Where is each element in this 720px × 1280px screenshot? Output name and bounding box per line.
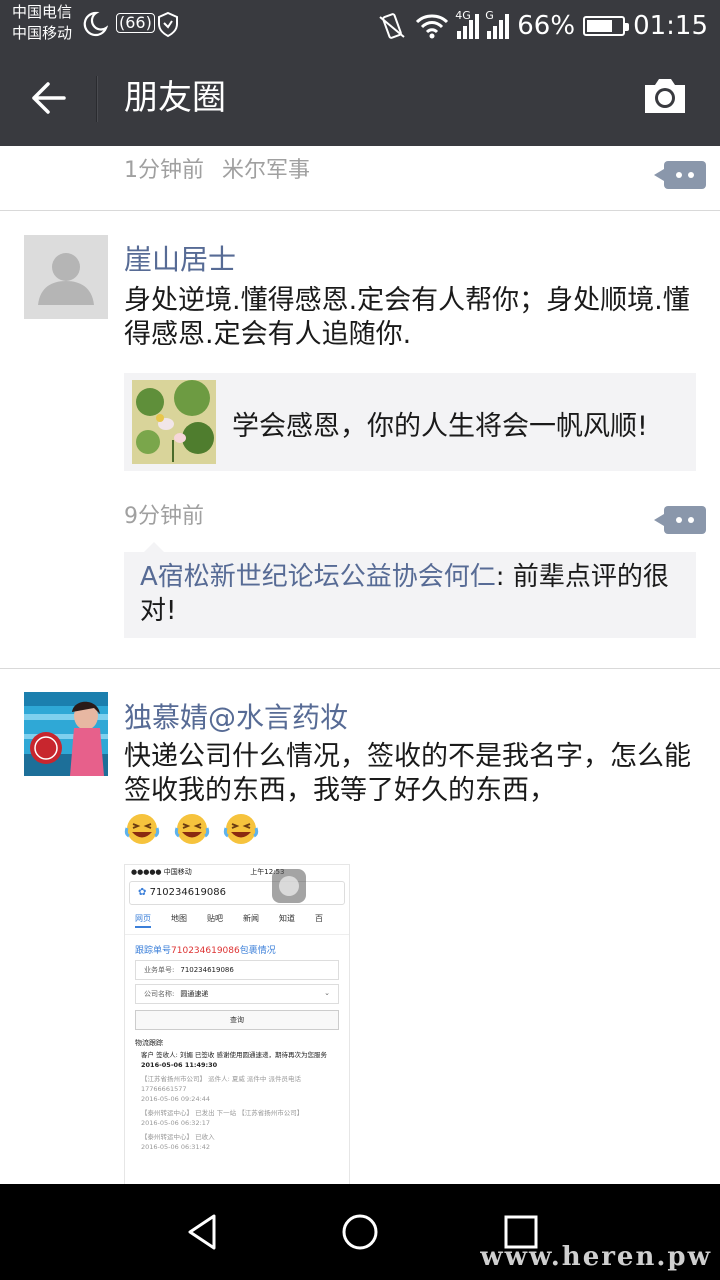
battery-icon — [583, 16, 630, 36]
shared-link-title: 学会感恩，你的人生将会一帆风顺! — [232, 411, 648, 442]
image-record-time: 2016-05-06 09:24:44 — [141, 1095, 211, 1103]
comment[interactable]: A宿松新世纪论坛公益协会何仁: 前辈点评的很对! — [124, 552, 696, 638]
image-record: 【江苏省扬州市公司】 派件人: 夏威 派件中 派件员电话17766661577 … — [141, 1074, 339, 1104]
camera-button[interactable] — [642, 76, 688, 116]
image-record-text: 【泰州转运中心】 已收入 — [141, 1133, 215, 1141]
image-record-text: 【泰州转运中心】 已发出 下一站 【江苏省扬州市公司】 — [141, 1109, 304, 1117]
signal-g-label: G — [485, 9, 494, 22]
post-text: 身处逆境.懂得感恩.定会有人帮你；身处顺境.懂得感恩.定会有人追随你. — [124, 285, 690, 350]
image-tab: 知道 — [279, 914, 295, 923]
camera-icon — [645, 79, 685, 113]
image-record-text: 【江苏省扬州市公司】 派件人: 夏威 派件中 派件员电话17766661577 — [141, 1075, 301, 1093]
image-field: 业务单号: 710234619086 — [135, 960, 339, 980]
post-time: 9分钟前 — [124, 504, 204, 529]
back-button[interactable] — [24, 74, 74, 122]
image-field-value: 圆通速递 — [180, 990, 209, 998]
carrier-labels: 中国电信 中国移动 — [12, 2, 72, 44]
image-tab: 网页 — [135, 913, 151, 928]
vibrate-icon — [379, 13, 405, 39]
image-record-text: 客户 签收人: 刘媚 已签收 感谢使用圆通速递，期待再次为您服务 — [141, 1051, 327, 1059]
image-heading-prefix: 跟踪单号 — [135, 946, 172, 956]
battery-percent: 66% — [517, 11, 576, 41]
comments-box: A宿松新世纪论坛公益协会何仁: 前辈点评的很对! — [124, 542, 696, 638]
post-time-text: 1分钟前 — [124, 158, 204, 183]
status-bar: 中国电信 中国移动 (66) 4G G 66% 01:15 — [0, 0, 720, 50]
assistive-touch-icon — [272, 869, 306, 903]
image-tab: 地图 — [171, 914, 187, 923]
paw-icon: ✿ — [138, 887, 147, 898]
carrier-1: 中国电信 — [12, 3, 73, 21]
home-circle-icon[interactable] — [340, 1212, 380, 1252]
avatar[interactable] — [24, 235, 108, 319]
carrier-2: 中国移动 — [12, 24, 73, 42]
watermark: www.heren.pw — [480, 1242, 712, 1272]
image-heading-number: 710234619086 — [171, 946, 240, 956]
signal-g-icon: G — [485, 9, 510, 39]
wifi-icon — [416, 14, 449, 39]
image-record-time: 2016-05-06 06:31:42 — [141, 1143, 211, 1151]
emoji-row — [124, 810, 263, 846]
comment-button[interactable] — [654, 506, 706, 534]
image-record-time: 2016-05-06 11:49:30 — [141, 1061, 218, 1069]
image-address-text: 710234619086 — [149, 887, 226, 898]
image-field-label: 业务单号: — [144, 966, 175, 974]
moon-icon — [83, 11, 108, 37]
post-source[interactable]: 米尔军事 — [222, 158, 310, 183]
image-address-bar: ✿ 710234619086 — [129, 881, 345, 905]
post-time: 1分钟前 米尔军事 — [124, 152, 310, 184]
image-field-value: 710234619086 — [180, 966, 234, 974]
image-record: 客户 签收人: 刘媚 已签收 感谢使用圆通速递，期待再次为您服务 2016-05… — [141, 1050, 339, 1070]
default-avatar-icon — [24, 235, 108, 319]
user-avatar-photo — [24, 692, 108, 776]
lotus-thumbnail — [132, 380, 216, 464]
laughing-emoji-icon — [223, 813, 259, 844]
image-tracking-label: 物流跟踪 — [135, 1039, 163, 1047]
back-arrow-icon — [32, 82, 66, 114]
nav-bar: 朋友圈 — [0, 50, 720, 146]
comment-button[interactable] — [654, 161, 706, 189]
image-status-left: ●●●●● 中国移动 — [131, 868, 192, 876]
avatar[interactable] — [24, 692, 108, 776]
post-divider — [0, 668, 720, 669]
post-author-name[interactable]: 独慕婧@水言药妆 — [124, 696, 348, 736]
moments-feed[interactable]: 1分钟前 米尔军事 崖山居士 身处逆境.懂得感恩.定会有人帮你；身处顺境.懂得感恩… — [0, 146, 720, 1184]
image-search-tabs: 网页 地图 贴吧 新闻 知道 百 — [125, 907, 349, 935]
comment-author[interactable]: A宿松新世纪论坛公益协会何仁 — [140, 562, 496, 592]
laughing-emoji-icon — [124, 813, 160, 844]
image-record: 【泰州转运中心】 已发出 下一站 【江苏省扬州市公司】 2016-05-06 0… — [141, 1108, 339, 1128]
image-tab: 新闻 — [243, 914, 259, 923]
image-record-time: 2016-05-06 06:32:17 — [141, 1119, 211, 1127]
image-query-button: 查询 — [135, 1010, 339, 1030]
status-right: 4G G 66% 01:15 — [377, 6, 708, 46]
laughing-emoji-icon — [174, 813, 209, 844]
image-field-label: 公司名称: — [144, 990, 175, 998]
chevron-down-icon: ⌄ — [324, 989, 330, 997]
shield-icon — [158, 11, 178, 38]
image-status-bar: ●●●●● 中国移动 上午12:53 — [125, 865, 349, 879]
hd-badge-icon: (66) — [116, 13, 155, 33]
clock: 01:15 — [633, 11, 708, 41]
back-triangle-icon[interactable] — [182, 1212, 222, 1252]
post-image[interactable]: ●●●●● 中国移动 上午12:53 ✿ 710234619086 网页 地图 … — [124, 864, 350, 1184]
image-tab: 百 — [315, 914, 323, 923]
post-divider — [0, 210, 720, 211]
nav-divider — [96, 76, 97, 122]
image-tab: 贴吧 — [207, 914, 223, 923]
signal-4g-label: 4G — [455, 9, 471, 22]
image-record: 【泰州转运中心】 已收入 2016-05-06 06:31:42 — [141, 1132, 339, 1152]
signal-4g-icon: 4G — [455, 9, 480, 39]
image-heading-suffix: 包裹情况 — [239, 946, 276, 956]
page-title: 朋友圈 — [124, 78, 226, 118]
image-field: 公司名称: 圆通速递 ⌄ — [135, 984, 339, 1004]
system-nav-bar: www.heren.pw — [0, 1184, 720, 1280]
shared-link-card[interactable]: 学会感恩，你的人生将会一帆风顺! — [124, 373, 696, 471]
post-author-name[interactable]: 崖山居士 — [124, 238, 236, 278]
post-text: 快递公司什么情况，签收的不是我名字，怎么能签收我的东西，我等了好久的东西， — [124, 741, 691, 806]
image-heading: 跟踪单号710234619086包裹情况 — [135, 943, 339, 956]
